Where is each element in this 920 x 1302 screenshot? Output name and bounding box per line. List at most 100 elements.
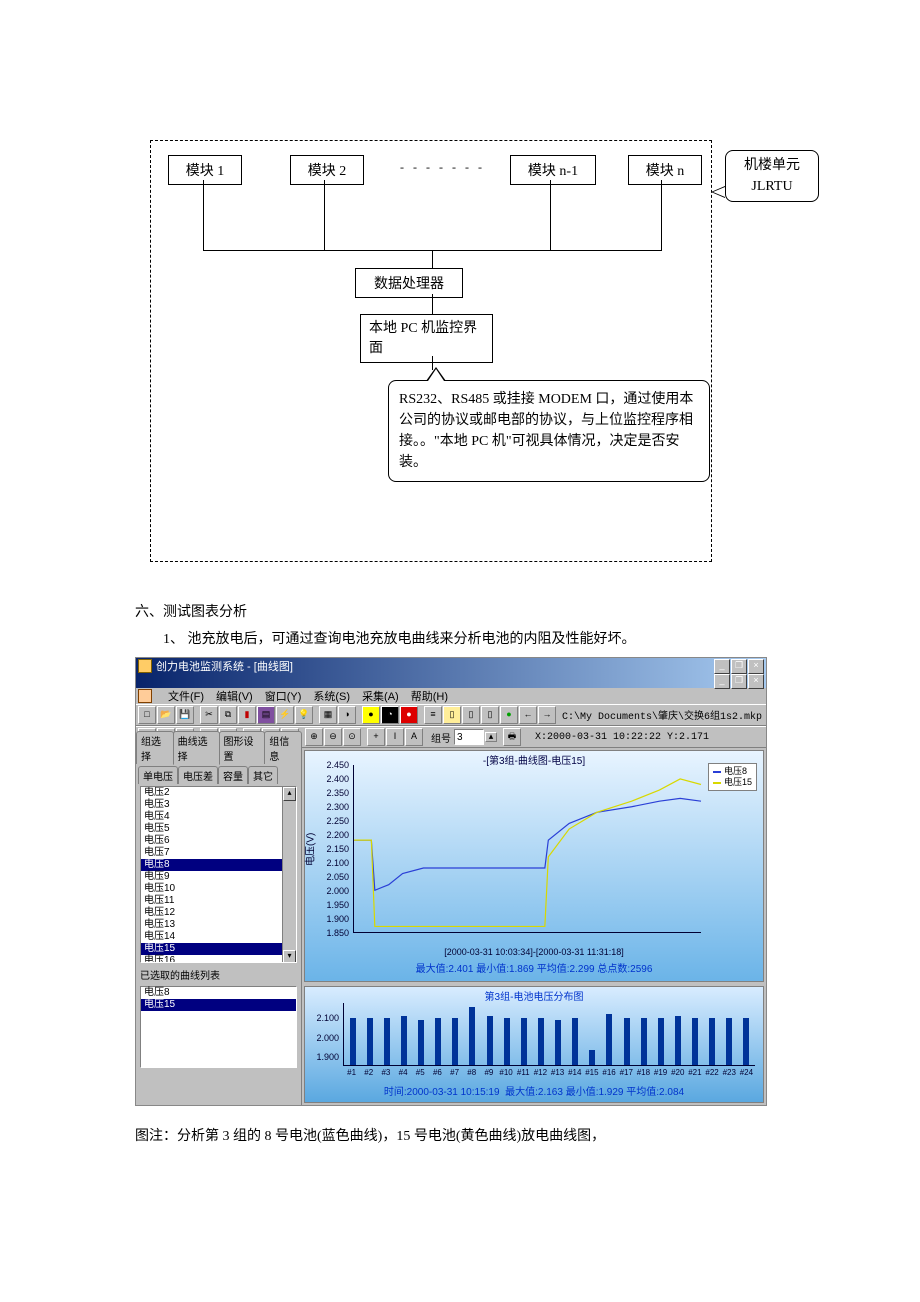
- subtab-capacity[interactable]: 容量: [218, 766, 248, 784]
- tab-group-select[interactable]: 组选择: [136, 731, 174, 764]
- bar-y-tick: 1.900: [309, 1052, 339, 1062]
- list-item[interactable]: 电压10: [141, 883, 296, 895]
- next-icon[interactable]: →: [538, 706, 556, 724]
- y-tick-label: 2.250: [313, 816, 349, 826]
- list-icon[interactable]: ≡: [424, 706, 442, 724]
- tab-graph-settings[interactable]: 图形设置: [219, 731, 266, 764]
- chart-icon[interactable]: ▮: [238, 706, 256, 724]
- minimize-button[interactable]: _: [714, 659, 730, 674]
- blank-page-icon[interactable]: ▯: [462, 706, 480, 724]
- app-menu-icon[interactable]: [138, 689, 152, 703]
- ellipsis: - - - - - - -: [400, 160, 485, 175]
- mdi-maximize-button[interactable]: ❐: [731, 674, 747, 689]
- bulb-icon[interactable]: 💡: [295, 706, 313, 724]
- selected-curves-listbox[interactable]: 电压8电压15: [140, 986, 297, 1068]
- plus-icon[interactable]: +: [367, 728, 385, 746]
- menu-edit[interactable]: 编辑(V): [216, 688, 253, 704]
- copy-icon[interactable]: ⧉: [219, 706, 237, 724]
- bar: [641, 1018, 647, 1065]
- save-icon[interactable]: 💾: [176, 706, 194, 724]
- menu-window[interactable]: 窗口(Y): [265, 688, 302, 704]
- list-item[interactable]: 电压12: [141, 907, 296, 919]
- menu-help[interactable]: 帮助(H): [411, 688, 448, 704]
- list-item[interactable]: 电压16: [141, 955, 296, 963]
- group-number-field[interactable]: 3: [454, 729, 484, 745]
- bar: [521, 1018, 527, 1065]
- maximize-button[interactable]: ❐: [731, 659, 747, 674]
- tab-group-info[interactable]: 组信息: [264, 731, 302, 764]
- ibeam-icon[interactable]: I: [386, 728, 404, 746]
- black-icon[interactable]: ◔: [381, 706, 399, 724]
- text-a-icon[interactable]: A: [405, 728, 423, 746]
- bar: [589, 1050, 595, 1065]
- new-icon[interactable]: □: [138, 706, 156, 724]
- menu-file[interactable]: 文件(F): [168, 688, 204, 704]
- bar: [435, 1018, 441, 1065]
- scroll-down-icon[interactable]: ▾: [283, 950, 296, 963]
- menu-system[interactable]: 系统(S): [313, 688, 350, 704]
- list-item[interactable]: 电压11: [141, 895, 296, 907]
- print-icon[interactable]: 🖶: [503, 728, 521, 746]
- section-heading: 六、测试图表分析: [135, 600, 815, 627]
- scroll-up-icon[interactable]: ▴: [283, 787, 296, 801]
- bar-chart: 第3组-电池电压分布图 1.9002.0002.100 #1#2#3#4#5#6…: [304, 986, 764, 1103]
- toolbar-1: □ 📂 💾 ✂ ⧉ ▮ ▤ ⚡ 💡 ▦ ◑ ● ◔ ● ≡ ▯ ▯ ▯ ● ← …: [136, 704, 766, 726]
- bar-chart-title: 第3组-电池电压分布图: [485, 988, 584, 1003]
- cut-icon[interactable]: ✂: [200, 706, 218, 724]
- list-item[interactable]: 电压8: [141, 859, 296, 871]
- listbox-scrollbar[interactable]: ▴ ▾: [282, 787, 296, 962]
- vbar-icon[interactable]: ▯: [481, 706, 499, 724]
- list-item[interactable]: 电压8: [141, 987, 296, 999]
- voltage-listbox[interactable]: 电压2电压3电压4电压5电压6电压7电压8电压9电压10电压11电压12电压13…: [140, 786, 297, 963]
- mdi-close-button[interactable]: ×: [748, 674, 764, 689]
- list-item[interactable]: 电压7: [141, 847, 296, 859]
- list-item[interactable]: 电压9: [141, 871, 296, 883]
- zoom-in-icon[interactable]: ⊕: [305, 728, 323, 746]
- bar-x-tick: #3: [381, 1068, 390, 1077]
- list-item[interactable]: 电压2: [141, 787, 296, 799]
- y-tick-label: 2.350: [313, 788, 349, 798]
- bar: [692, 1018, 698, 1065]
- list-item[interactable]: 电压5: [141, 823, 296, 835]
- y-tick-label: 2.000: [313, 886, 349, 896]
- yellow-circle-icon[interactable]: ●: [362, 706, 380, 724]
- zoom-reset-icon[interactable]: ⊙: [343, 728, 361, 746]
- y-tick-label: 2.050: [313, 872, 349, 882]
- module-2-box: 模块 2: [290, 155, 364, 185]
- prev-icon[interactable]: ←: [519, 706, 537, 724]
- red-stop-icon[interactable]: ●: [400, 706, 418, 724]
- list-item[interactable]: 电压3: [141, 799, 296, 811]
- bar: [487, 1016, 493, 1065]
- bar: [709, 1018, 715, 1065]
- subtab-vdiff[interactable]: 电压差: [178, 766, 218, 784]
- line-chart-legend: 电压8电压15: [708, 763, 757, 791]
- subtab-voltage[interactable]: 单电压: [138, 766, 178, 784]
- close-button[interactable]: ×: [748, 659, 764, 674]
- spin-up-icon[interactable]: ▴: [485, 732, 497, 742]
- bar-x-tick: #14: [568, 1068, 581, 1077]
- purple-icon[interactable]: ▤: [257, 706, 275, 724]
- list-item[interactable]: 电压13: [141, 919, 296, 931]
- app-window: 创力电池监测系统 - [曲线图] _ ❐ × _ ❐ × 文件(F) 编辑(V)…: [135, 657, 767, 1106]
- bar: [469, 1007, 475, 1065]
- list-item[interactable]: 电压15: [141, 943, 296, 955]
- bar: [350, 1018, 356, 1065]
- bar: [658, 1018, 664, 1065]
- list-item[interactable]: 电压4: [141, 811, 296, 823]
- tab-curve-select[interactable]: 曲线选择: [173, 731, 220, 765]
- list-item[interactable]: 电压15: [141, 999, 296, 1011]
- grid-icon[interactable]: ▦: [319, 706, 337, 724]
- circle-icon[interactable]: ◑: [338, 706, 356, 724]
- menu-collect[interactable]: 采集(A): [362, 688, 399, 704]
- system-diagram: 模块 1 模块 2 - - - - - - - 模块 n-1 模块 n 机楼单元…: [150, 100, 850, 560]
- list-item[interactable]: 电压14: [141, 931, 296, 943]
- title-bar: 创力电池监测系统 - [曲线图] _ ❐ ×: [136, 658, 766, 674]
- mdi-minimize-button[interactable]: _: [714, 674, 730, 689]
- green-circle-icon[interactable]: ●: [500, 706, 518, 724]
- open-icon[interactable]: 📂: [157, 706, 175, 724]
- zoom-out-icon[interactable]: ⊖: [324, 728, 342, 746]
- subtab-other[interactable]: 其它: [248, 766, 278, 784]
- lightning-icon[interactable]: ⚡: [276, 706, 294, 724]
- yellow-page-icon[interactable]: ▯: [443, 706, 461, 724]
- list-item[interactable]: 电压6: [141, 835, 296, 847]
